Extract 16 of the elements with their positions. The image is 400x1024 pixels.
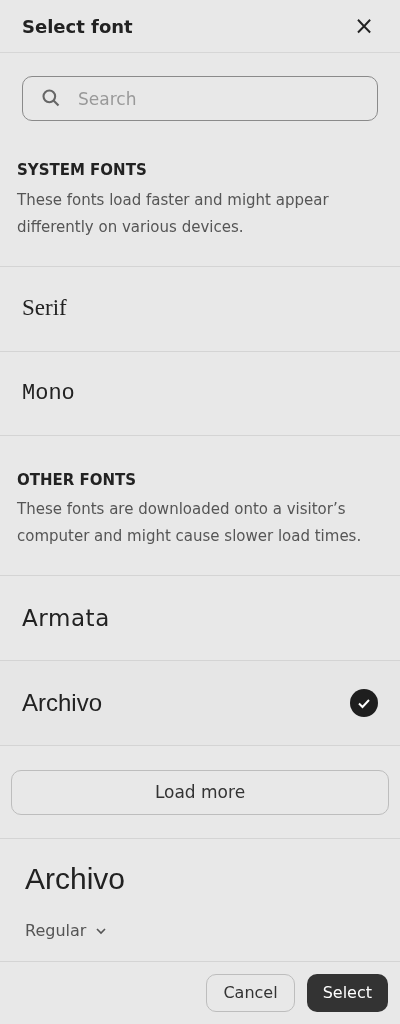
checkmark-icon bbox=[350, 689, 378, 717]
select-button[interactable]: Select bbox=[306, 974, 388, 1012]
font-option[interactable]: Mono bbox=[0, 350, 400, 436]
section-heading: SYSTEM FONTS bbox=[17, 160, 148, 181]
section-description: These fonts are downloaded onto a visitor’s computer and might cause slower load times. bbox=[17, 499, 363, 547]
weight-dropdown[interactable]: Regular bbox=[25, 919, 107, 943]
chevron-down-icon bbox=[96, 927, 107, 935]
section-description: These fonts load faster and might appear differently on various devices. bbox=[17, 189, 330, 238]
dialog-title: Select font bbox=[22, 14, 133, 39]
close-button[interactable]: × bbox=[349, 14, 378, 38]
font-preview: Archivo bbox=[25, 861, 127, 897]
cancel-button[interactable]: Cancel bbox=[206, 974, 295, 1012]
section-heading: OTHER FONTS bbox=[17, 469, 138, 491]
load-more-button[interactable]: Load more bbox=[11, 770, 389, 815]
search-icon bbox=[41, 88, 61, 108]
search-field[interactable]: Search bbox=[22, 76, 378, 121]
